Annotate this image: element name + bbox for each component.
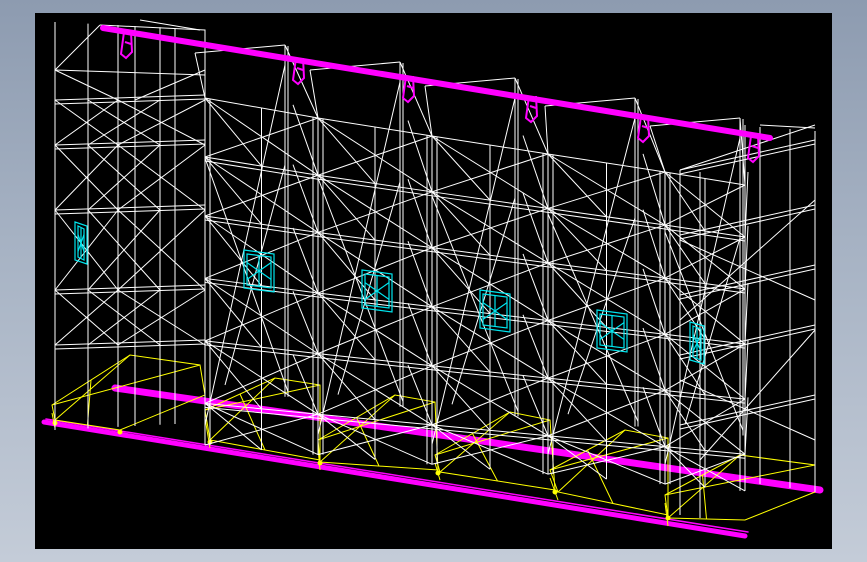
rack-unit-left [54,19,206,430]
cad-window [0,0,867,562]
wheel-4 [317,460,323,466]
hanger-1 [119,31,134,60]
rack-unit-3 [424,77,549,475]
top-rail [100,25,773,141]
wheel-6 [552,489,558,495]
rack-unit-4 [544,97,666,485]
wheel-5 [435,470,441,476]
rack-unit-5 [649,117,749,492]
handwheel-icon-2 [243,249,275,293]
handwheel-icon-1 [74,221,88,265]
shelving-model [41,19,824,539]
rack-unit-2 [309,61,433,465]
cad-viewport[interactable] [35,13,832,549]
wheel-2 [117,429,123,435]
rack-unit-1 [194,44,319,456]
wheel-7 [665,515,671,521]
